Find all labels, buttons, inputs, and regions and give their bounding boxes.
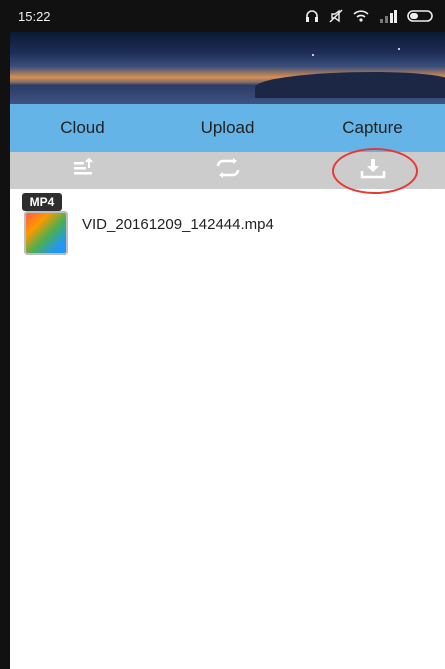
tab-upload[interactable]: Upload [155,118,300,138]
download-button[interactable] [300,147,445,194]
action-toolbar [10,147,445,194]
battery-icon [407,9,435,23]
sort-button[interactable] [10,157,155,184]
wifi-icon [353,9,369,23]
file-list-item[interactable]: MP4 VID_20161209_142444.mp4 [10,189,445,259]
header-banner-image [10,32,445,104]
tab-capture[interactable]: Capture [300,118,445,138]
status-bar: 15:22 [10,0,445,32]
status-icons [305,9,435,23]
banner-star [312,54,314,56]
tab-bar: Cloud Upload Capture [10,104,445,152]
sort-icon [71,157,95,184]
tab-cloud[interactable]: Cloud [10,118,155,138]
refresh-icon [212,158,244,183]
refresh-button[interactable] [155,158,300,183]
app-root: 15:22 Cloud Upload Capture MP4 VID_20161… [10,0,445,669]
mute-icon [329,9,343,23]
file-type-badge: MP4 [22,193,62,211]
status-time: 15:22 [18,8,51,24]
banner-star [398,48,400,50]
file-name: VID_20161209_142444.mp4 [82,215,274,233]
download-highlight-circle [332,147,419,194]
banner-hills [255,72,445,98]
mp4-file-icon: MP4 [22,191,72,257]
left-border [0,0,10,669]
file-list: MP4 VID_20161209_142444.mp4 [10,189,445,259]
signal-icon [379,9,397,23]
headphones-icon [305,9,319,23]
video-reel-icon [24,211,68,255]
